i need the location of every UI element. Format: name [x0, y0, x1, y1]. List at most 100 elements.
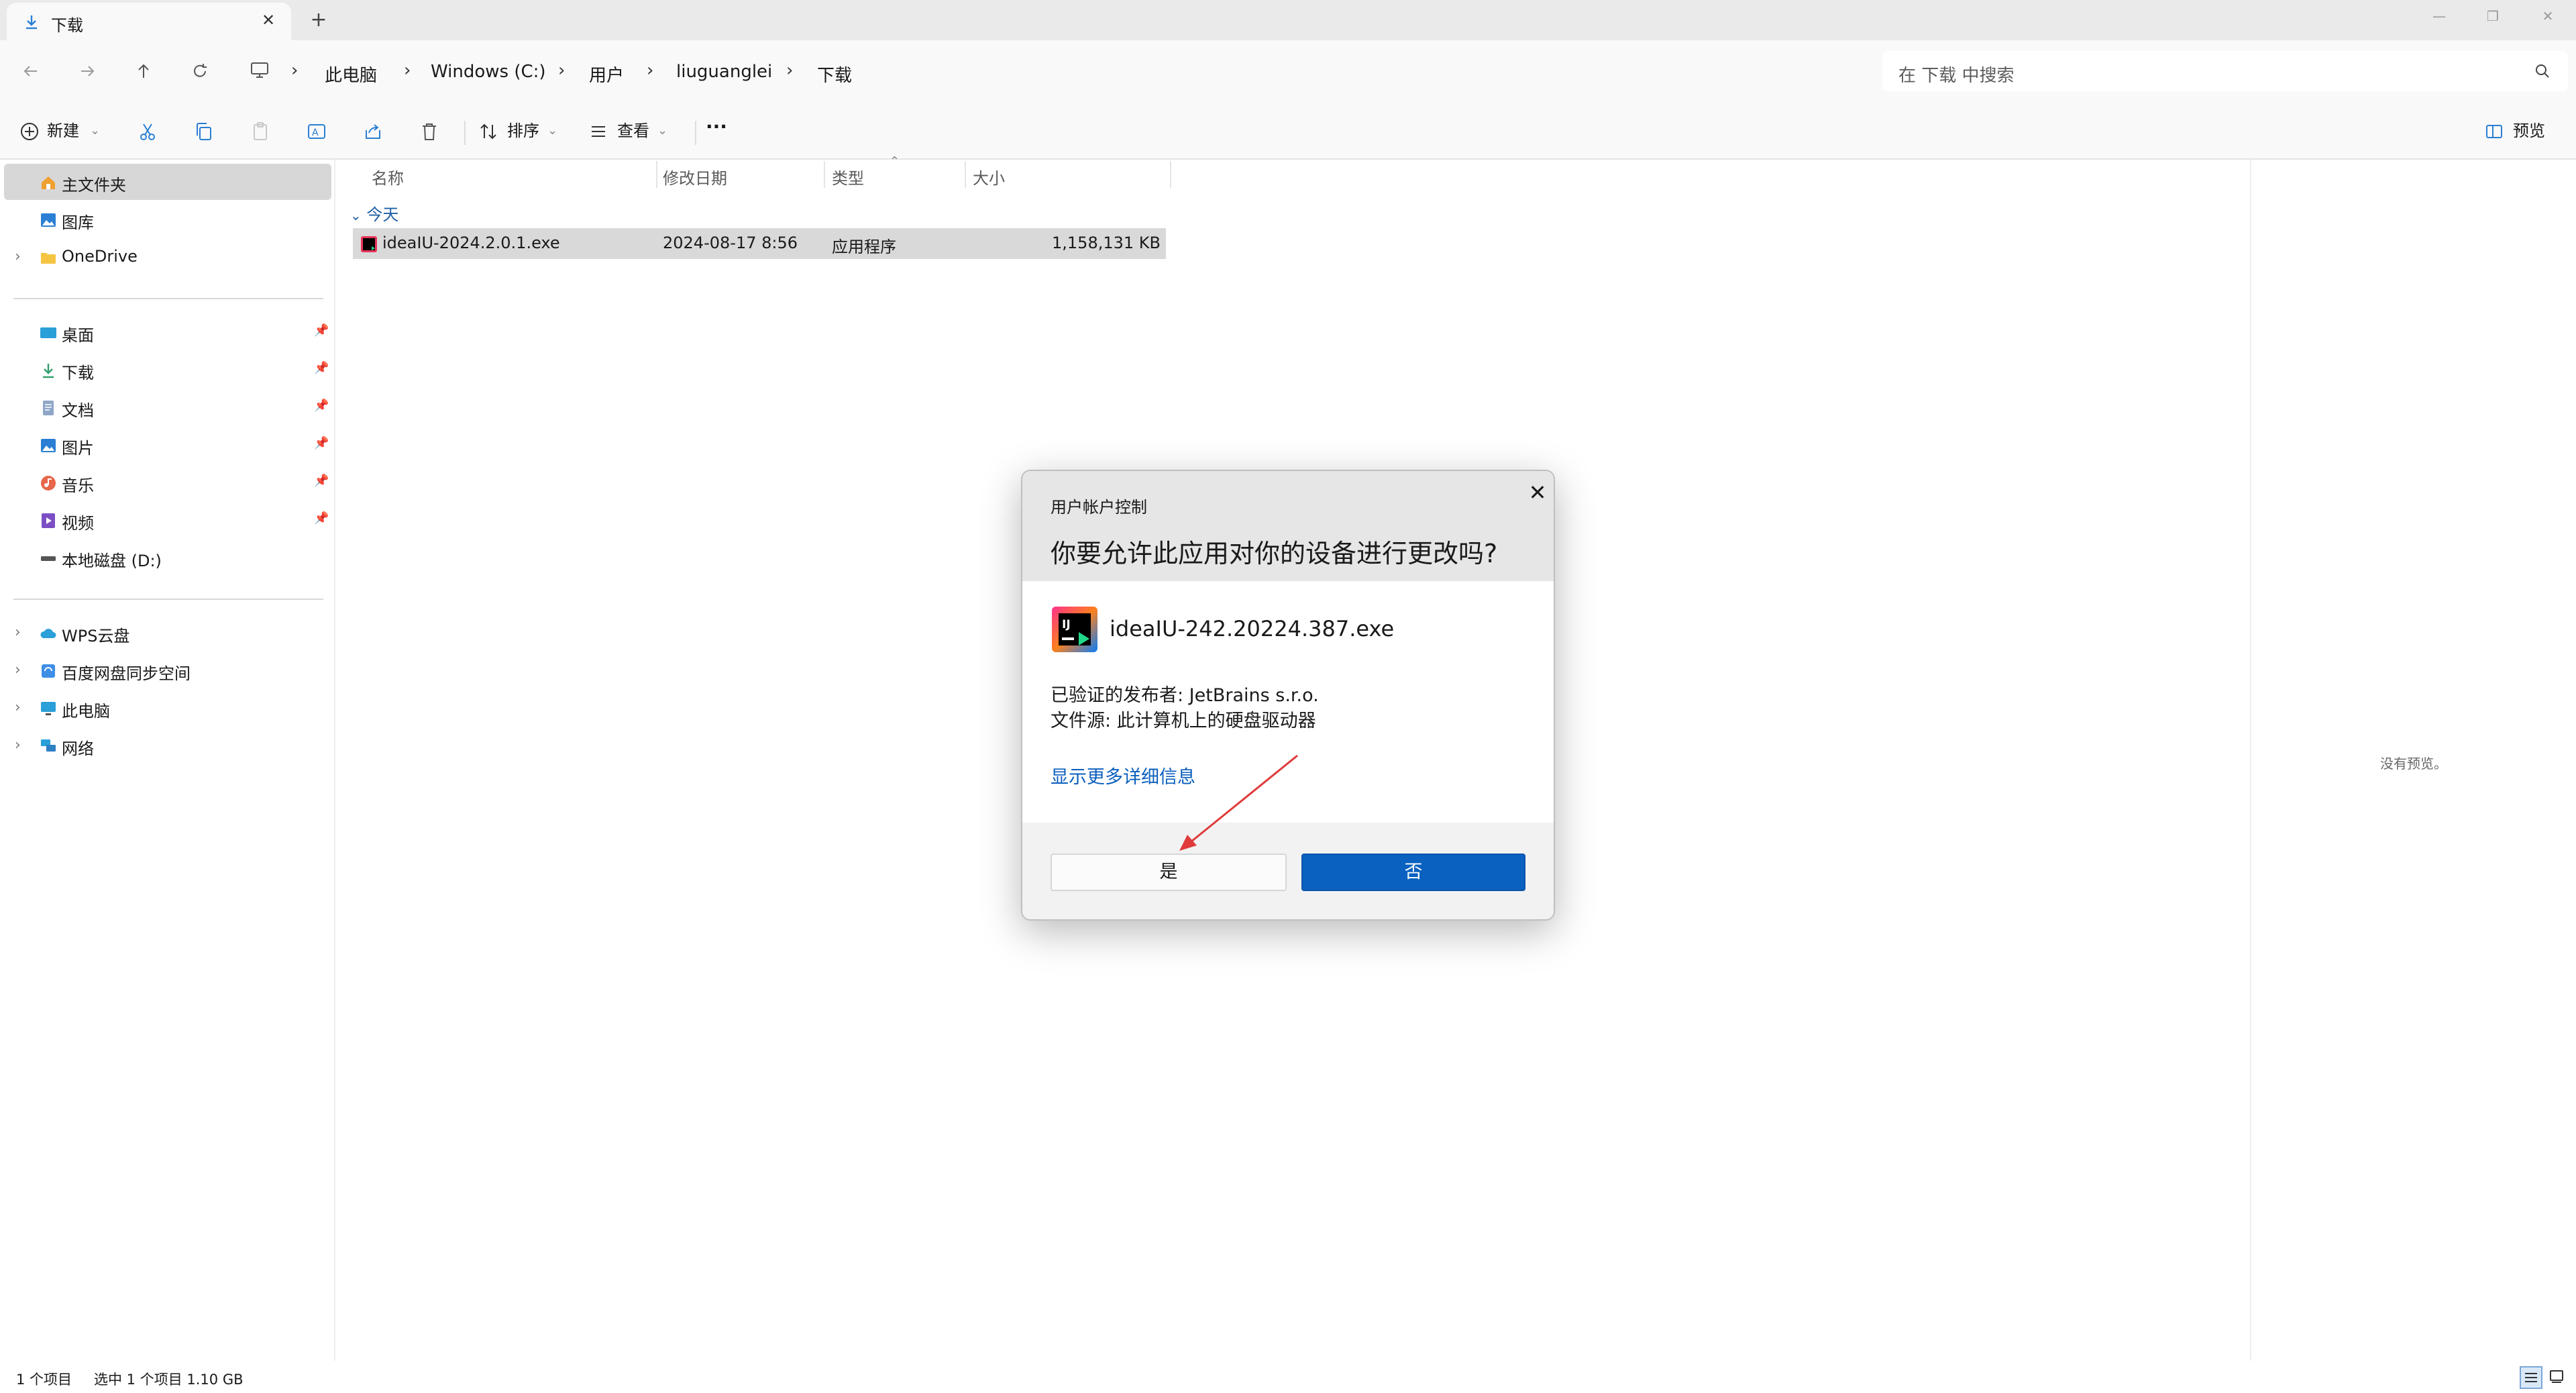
view-button[interactable]: 查看 — [617, 115, 649, 146]
sidebar-item-wps-cloud[interactable]: › WPS云盘 — [4, 615, 331, 651]
column-divider[interactable] — [965, 161, 966, 188]
gallery-icon — [41, 213, 56, 227]
sidebar-item-gallery[interactable]: 图库 — [4, 201, 331, 238]
chevron-right-icon[interactable]: › — [15, 624, 21, 641]
file-modified: 2024-08-17 8:56 — [663, 234, 798, 252]
sidebar-item-videos[interactable]: 视频 📌 — [4, 502, 331, 538]
sidebar-item-drive-d[interactable]: 本地磁盘 (D:) — [4, 539, 331, 576]
sidebar-item-music[interactable]: 音乐 📌 — [4, 464, 331, 501]
sidebar-item-label: 图片 — [62, 439, 94, 458]
minimize-button[interactable]: — — [2426, 4, 2453, 28]
sort-button[interactable]: 排序 — [507, 115, 539, 146]
column-header-size[interactable]: 大小 — [973, 165, 1005, 189]
tiles-view-button[interactable] — [2546, 1366, 2569, 1389]
share-icon[interactable] — [362, 121, 384, 142]
tiles-view-icon — [2550, 1370, 2563, 1383]
delete-icon[interactable] — [419, 121, 440, 142]
sidebar-item-pictures[interactable]: 图片 📌 — [4, 427, 331, 463]
uac-title: 用户帐户控制 — [1051, 498, 1147, 517]
plus-circle-icon — [21, 123, 38, 140]
tab-close-icon[interactable]: ✕ — [259, 11, 278, 30]
breadcrumb-downloads[interactable]: 下载 — [817, 62, 852, 87]
intellij-app-icon — [361, 236, 377, 252]
breadcrumb-this-pc[interactable]: 此电脑 — [325, 62, 377, 87]
back-button[interactable] — [15, 55, 47, 87]
breadcrumb-separator-icon: › — [786, 60, 794, 81]
forward-button[interactable] — [71, 55, 103, 87]
refresh-icon — [194, 64, 207, 77]
chevron-down-icon: ⌄ — [657, 123, 668, 138]
cut-icon[interactable] — [137, 121, 158, 142]
sidebar-item-desktop[interactable]: 桌面 📌 — [4, 314, 331, 350]
drive-icon — [41, 556, 56, 561]
navigation-bar: › 此电脑 › Windows (C:) › 用户 › liuguanglei … — [0, 40, 2576, 102]
sidebar-item-baidu-sync[interactable]: › 百度网盘同步空间 — [4, 652, 331, 688]
column-divider[interactable] — [1170, 161, 1171, 188]
folder-icon — [41, 253, 56, 264]
copy-icon[interactable] — [193, 121, 215, 142]
breadcrumb-windows-c[interactable]: Windows (C:) — [431, 62, 546, 82]
address-bar[interactable]: › 此电脑 › Windows (C:) › 用户 › liuguanglei … — [236, 51, 1873, 91]
chevron-right-icon[interactable]: › — [15, 662, 21, 678]
close-icon[interactable]: ✕ — [1525, 480, 1550, 505]
title-bar: 下载 ✕ + — ❐ ✕ — [0, 0, 2576, 40]
sidebar-item-network[interactable]: › 网络 — [4, 727, 331, 764]
uac-app-name: ideaIU-242.20224.387.exe — [1110, 616, 1395, 641]
baidu-sync-icon — [42, 664, 55, 678]
sidebar-item-documents[interactable]: 文档 📌 — [4, 389, 331, 425]
toolbar-divider — [464, 121, 466, 145]
svg-text:IJ: IJ — [1062, 618, 1071, 631]
sidebar-divider — [13, 298, 323, 299]
yes-button[interactable]: 是 — [1051, 854, 1287, 891]
cloud-icon — [40, 629, 56, 638]
column-header-name[interactable]: 名称 — [372, 165, 404, 189]
table-row[interactable]: ideaIU-2024.2.0.1.exe 2024-08-17 8:56 应用… — [353, 228, 1166, 259]
preview-pane: 没有预览。 — [2250, 160, 2576, 1361]
sidebar-item-label: 桌面 — [62, 326, 94, 345]
sidebar-item-home[interactable]: 主文件夹 — [4, 164, 331, 200]
no-button[interactable]: 否 — [1301, 854, 1525, 891]
column-divider[interactable] — [656, 161, 657, 188]
sidebar-item-onedrive[interactable]: › OneDrive — [4, 239, 331, 275]
sidebar-item-downloads[interactable]: 下载 📌 — [4, 352, 331, 388]
breadcrumb-users[interactable]: 用户 — [589, 62, 624, 87]
details-view-button[interactable] — [2520, 1366, 2542, 1389]
up-button[interactable] — [127, 55, 160, 87]
rename-icon[interactable]: A — [306, 121, 327, 142]
sidebar-item-label: 视频 — [62, 514, 94, 533]
group-label: 今天 — [366, 205, 399, 224]
group-header-today[interactable]: ⌄ 今天 — [350, 201, 398, 225]
chevron-right-icon[interactable]: › — [15, 699, 21, 716]
uac-question: 你要允许此应用对你的设备进行更改吗? — [1051, 539, 1498, 568]
tab-downloads[interactable]: 下载 ✕ — [7, 3, 291, 40]
restore-button[interactable]: ❐ — [2479, 4, 2506, 28]
new-tab-button[interactable]: + — [309, 10, 329, 31]
sidebar-item-label: WPS云盘 — [62, 627, 130, 646]
chevron-right-icon[interactable]: › — [15, 737, 21, 754]
sort-icon — [480, 123, 496, 140]
column-divider[interactable] — [824, 161, 825, 188]
column-header-type[interactable]: 类型 — [832, 165, 864, 189]
sidebar-item-label: 音乐 — [62, 476, 94, 495]
computer-icon — [41, 702, 56, 715]
search-icon — [2536, 64, 2549, 78]
sidebar-item-label: 本地磁盘 (D:) — [62, 552, 162, 570]
command-bar: 新建 ⌄ A 排序 ⌄ 查看 ⌄ ··· 预览 — [0, 102, 2576, 160]
breadcrumb-user-folder[interactable]: liuguanglei — [676, 62, 772, 82]
search-input[interactable]: 在 下载 中搜索 — [1898, 62, 2015, 87]
uac-footer: 是 否 — [1022, 823, 1554, 919]
sidebar-item-this-pc[interactable]: › 此电脑 — [4, 690, 331, 726]
show-more-details-link[interactable]: 显示更多详细信息 — [1051, 762, 1195, 788]
uac-header: 用户帐户控制 你要允许此应用对你的设备进行更改吗? ✕ — [1022, 471, 1554, 581]
chevron-right-icon[interactable]: › — [15, 248, 21, 265]
column-header-modified[interactable]: 修改日期 — [663, 165, 727, 189]
pin-icon: 📌 — [314, 474, 329, 488]
more-options-button[interactable]: ··· — [706, 111, 727, 142]
chevron-down-icon: ⌄ — [547, 123, 558, 138]
refresh-button[interactable] — [184, 55, 216, 87]
paste-icon[interactable] — [250, 121, 271, 142]
preview-button[interactable]: 预览 — [2513, 115, 2545, 146]
new-button[interactable]: 新建 — [47, 115, 79, 146]
close-window-button[interactable]: ✕ — [2534, 4, 2561, 28]
search-box[interactable]: 在 下载 中搜索 — [1882, 51, 2568, 91]
